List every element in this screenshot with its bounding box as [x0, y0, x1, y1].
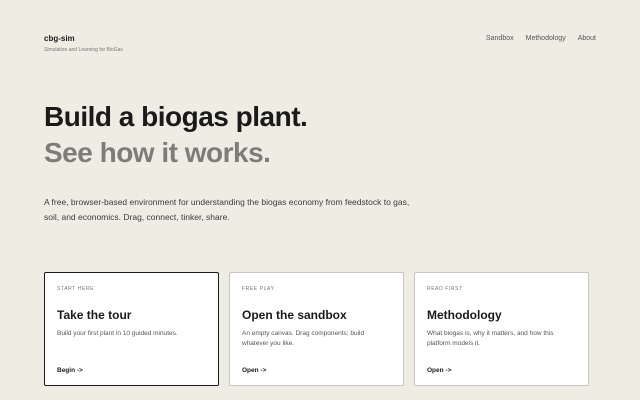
card-tour[interactable]: START HERE Take the tour Build your firs…	[44, 272, 219, 386]
card-row: START HERE Take the tour Build your firs…	[44, 272, 589, 386]
card-description: Build your first plant in 10 guided minu…	[57, 330, 178, 337]
card-title: Open the sandbox	[242, 308, 347, 322]
nav-link-about[interactable]: About	[578, 34, 596, 44]
card-eyebrow: START HERE	[57, 286, 95, 292]
site-header: cbg-sim Simulation and Learning for BioG…	[44, 34, 596, 58]
card-description: An empty canvas. Drag components; build …	[242, 330, 365, 347]
card-methodology[interactable]: READ FIRST Methodology What biogas is, w…	[414, 272, 589, 386]
nav-link-sandbox[interactable]: Sandbox	[486, 34, 514, 44]
hero: Build a biogas plant. See how it works.	[44, 100, 464, 170]
nav-link-methodology[interactable]: Methodology	[526, 34, 566, 44]
card-title: Take the tour	[57, 308, 132, 322]
top-nav: Sandbox Methodology About	[486, 34, 596, 44]
hero-title: Build a biogas plant.	[44, 101, 308, 132]
hero-description: A free, browser-based environment for un…	[44, 197, 410, 222]
card-sandbox[interactable]: FREE PLAY Open the sandbox An empty canv…	[229, 272, 404, 386]
open-methodology-link[interactable]: Open ->	[427, 367, 451, 374]
card-description: What biogas is, why it matters, and how …	[427, 330, 554, 347]
open-sandbox-link[interactable]: Open ->	[242, 367, 266, 374]
brand-tagline: Simulation and Learning for BioGas	[44, 47, 123, 53]
card-eyebrow: READ FIRST	[427, 286, 463, 292]
card-eyebrow: FREE PLAY	[242, 286, 275, 292]
begin-tour-link[interactable]: Begin ->	[57, 367, 83, 374]
card-title: Methodology	[427, 308, 502, 322]
hero-subtitle: See how it works.	[44, 137, 271, 168]
